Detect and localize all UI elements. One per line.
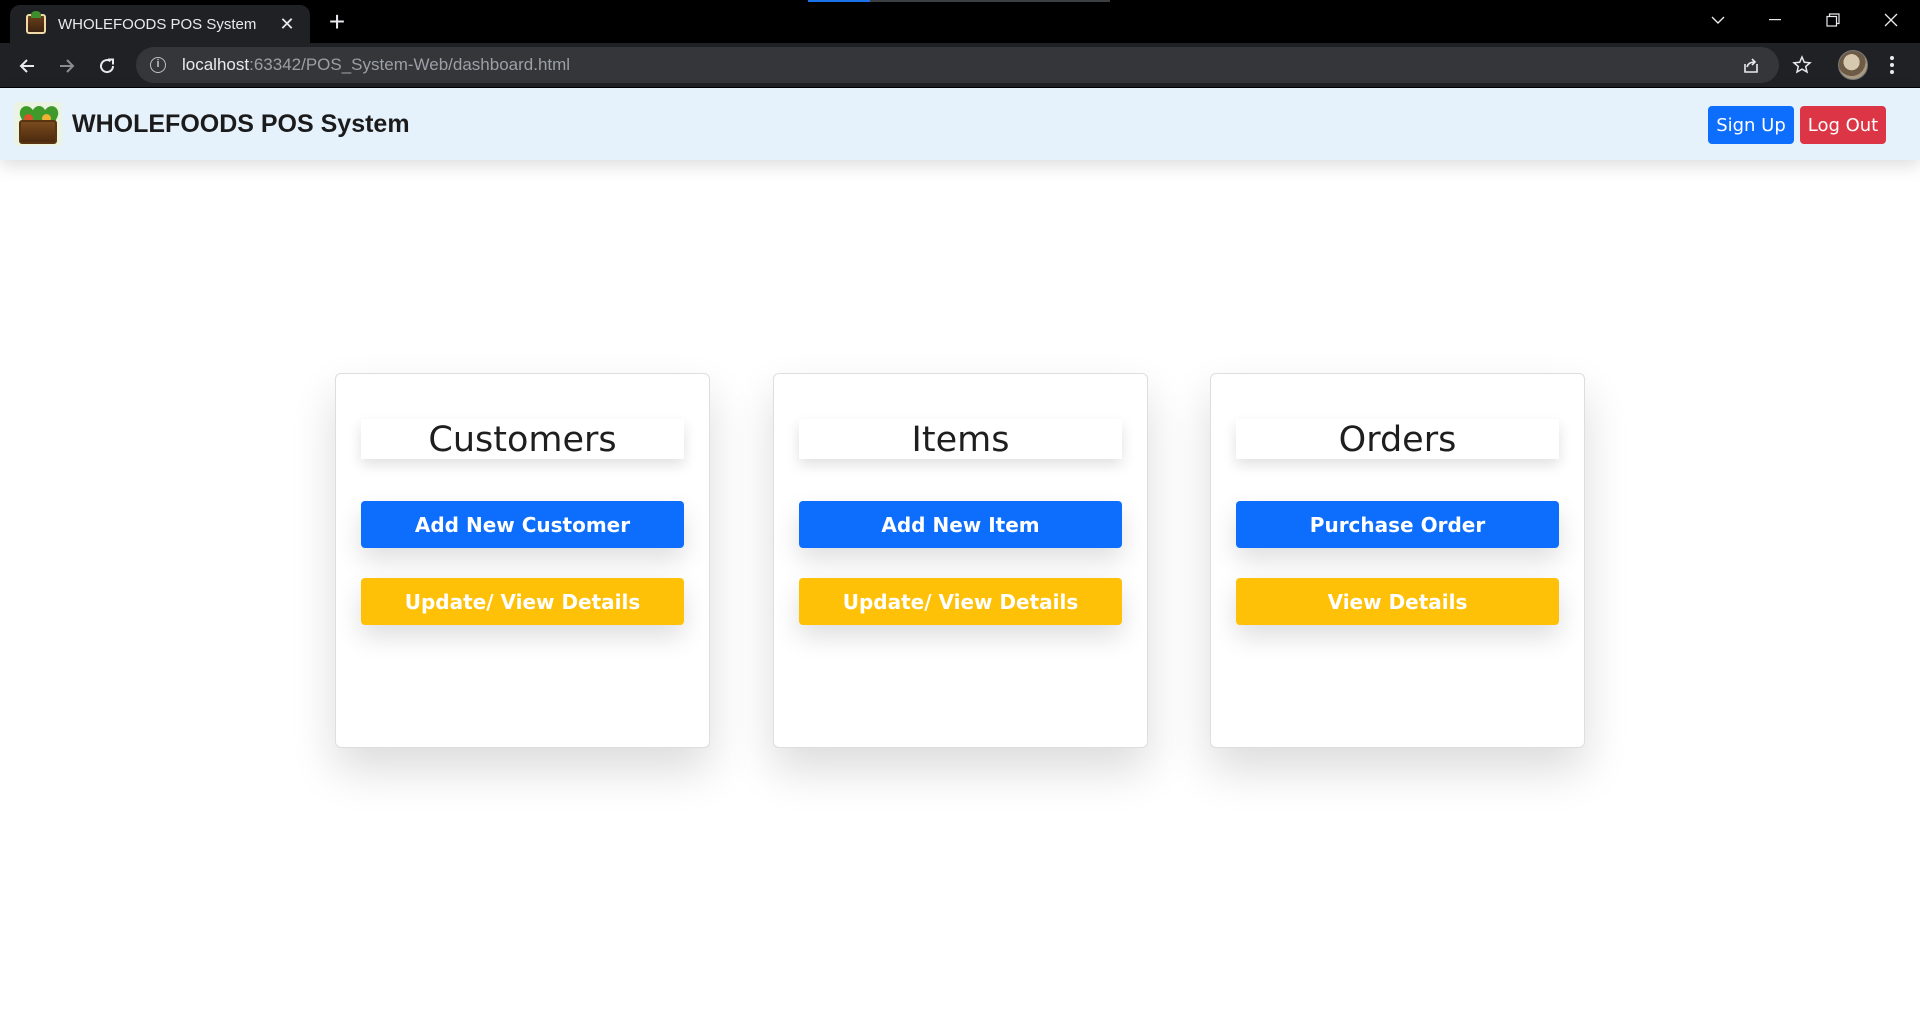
menu-dots-icon[interactable] <box>1882 50 1902 80</box>
add-new-customer-button[interactable]: Add New Customer <box>361 501 684 548</box>
items-card: Items Add New Item Update/ View Details <box>773 373 1148 748</box>
card-title: Orders <box>1236 419 1559 460</box>
brand-logo[interactable] <box>14 102 62 146</box>
url-host: localhost <box>182 55 250 74</box>
orders-card: Orders Purchase Order View Details <box>1210 373 1585 748</box>
minimize-icon[interactable] <box>1752 5 1798 35</box>
back-arrow-icon[interactable] <box>11 50 43 82</box>
brand-title[interactable]: WHOLEFOODS POS System <box>72 110 410 139</box>
tabstrip-accent-secondary <box>870 0 1110 2</box>
share-icon[interactable] <box>1741 56 1761 76</box>
browser-toolbar: i localhost:63342/POS_System-Web/dashboa… <box>0 43 1920 88</box>
browser-tabstrip: WHOLEFOODS POS System ✕ + <box>0 0 1920 43</box>
add-new-item-button[interactable]: Add New Item <box>799 501 1122 548</box>
browser-tab[interactable]: WHOLEFOODS POS System ✕ <box>10 5 310 43</box>
star-icon[interactable] <box>1792 55 1812 75</box>
purchase-order-button[interactable]: Purchase Order <box>1236 501 1559 548</box>
address-bar[interactable]: i localhost:63342/POS_System-Web/dashboa… <box>136 47 1779 83</box>
reload-icon[interactable] <box>91 50 123 82</box>
profile-avatar[interactable] <box>1838 50 1868 80</box>
tab-title: WHOLEFOODS POS System <box>58 15 257 33</box>
close-icon[interactable]: ✕ <box>276 13 298 35</box>
update-view-item-button[interactable]: Update/ View Details <box>799 578 1122 625</box>
sign-up-button[interactable]: Sign Up <box>1708 106 1794 144</box>
favicon-icon <box>26 11 46 34</box>
window-close-icon[interactable] <box>1868 5 1914 35</box>
card-title: Customers <box>361 419 684 460</box>
tabstrip-accent <box>808 0 870 2</box>
app-navbar: WHOLEFOODS POS System Sign Up Log Out <box>0 88 1920 160</box>
forward-arrow-icon[interactable] <box>51 50 83 82</box>
restore-icon[interactable] <box>1810 5 1856 35</box>
plus-icon[interactable]: + <box>322 8 352 38</box>
view-order-details-button[interactable]: View Details <box>1236 578 1559 625</box>
log-out-button[interactable]: Log Out <box>1800 106 1886 144</box>
url-path: :63342/POS_System-Web/dashboard.html <box>249 55 571 74</box>
update-view-customer-button[interactable]: Update/ View Details <box>361 578 684 625</box>
card-title: Items <box>799 419 1122 460</box>
tab-search-chevron-icon[interactable] <box>1695 5 1741 35</box>
info-icon[interactable]: i <box>150 57 166 73</box>
customers-card: Customers Add New Customer Update/ View … <box>335 373 710 748</box>
